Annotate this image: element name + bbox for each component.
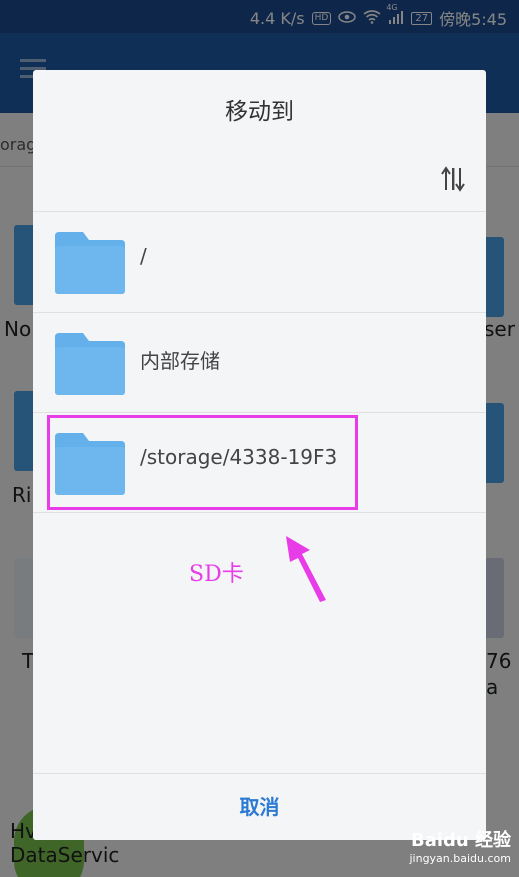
annotation-arrow — [280, 530, 340, 610]
watermark: Baidu 经验 jingyan.baidu.com — [396, 826, 511, 870]
folder-label: 内部存储 — [140, 349, 220, 373]
highlight-box — [47, 415, 358, 510]
watermark-url: jingyan.baidu.com — [409, 852, 511, 865]
folder-row-internal-storage[interactable]: 内部存储 — [33, 313, 486, 413]
watermark-logo: Baidu 经验 — [410, 830, 511, 851]
folder-icon — [55, 333, 125, 395]
divider — [33, 512, 486, 513]
annotation-label: SD卡 — [189, 562, 244, 587]
sort-icon[interactable] — [438, 166, 468, 192]
folder-icon — [55, 232, 125, 294]
folder-label: / — [140, 244, 147, 268]
dialog-title: 移动到 — [225, 99, 294, 125]
folder-row-root[interactable]: / — [33, 212, 486, 312]
